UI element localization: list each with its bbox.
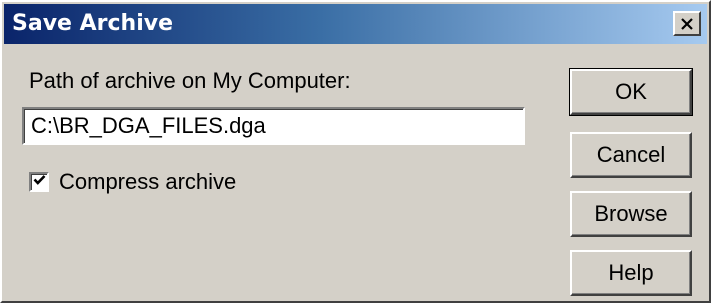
close-icon xyxy=(680,17,694,30)
window-title: Save Archive xyxy=(12,11,173,36)
close-button[interactable] xyxy=(673,11,701,36)
save-archive-dialog: Save Archive Path of archive on My Compu… xyxy=(0,0,711,303)
ok-button[interactable]: OK xyxy=(569,68,693,116)
checkmark-icon xyxy=(33,173,46,191)
compress-archive-checkbox[interactable]: Compress archive xyxy=(29,170,236,194)
archive-path-input[interactable] xyxy=(22,107,525,145)
browse-button[interactable]: Browse xyxy=(570,191,692,237)
path-label: Path of archive on My Computer: xyxy=(29,68,351,93)
compress-archive-label: Compress archive xyxy=(59,169,237,194)
help-button[interactable]: Help xyxy=(570,250,692,296)
cancel-button[interactable]: Cancel xyxy=(570,132,692,178)
title-bar[interactable]: Save Archive xyxy=(4,4,707,44)
checkbox-box[interactable] xyxy=(29,172,49,192)
